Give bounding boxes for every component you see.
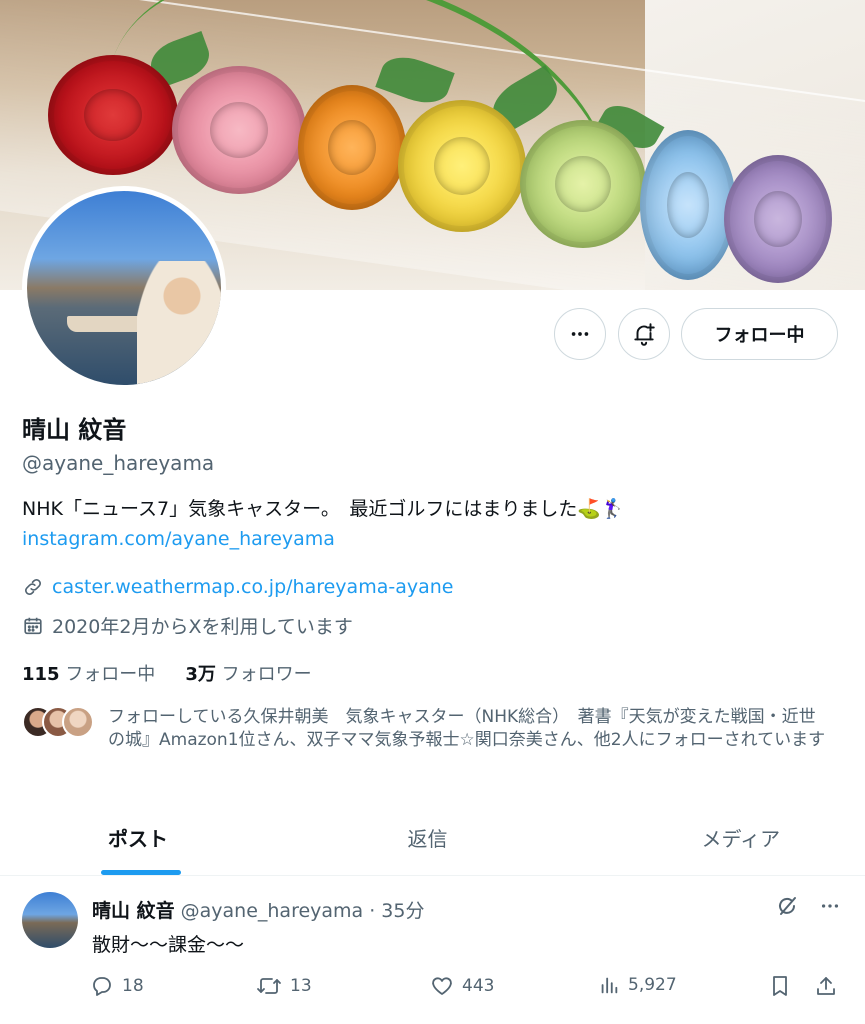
bell-plus-icon	[634, 323, 655, 346]
repost-count: 13	[290, 976, 312, 996]
grok-icon[interactable]	[775, 894, 799, 918]
banner-rose-orange	[298, 85, 406, 210]
link-icon	[25, 579, 41, 595]
followers-you-know[interactable]: フォローしている久保井朝美 気象キャスター（NHK総合） 著書『天気が変えた戦国…	[22, 706, 832, 752]
following-button[interactable]: フォロー中	[681, 308, 838, 360]
banner-rose-yellow	[398, 100, 526, 232]
like-button[interactable]: 443	[430, 974, 494, 998]
reply-icon	[93, 977, 111, 996]
like-count: 443	[462, 976, 495, 996]
tweet-time[interactable]: · 35分	[369, 896, 424, 923]
more-horizontal-icon[interactable]	[819, 895, 841, 917]
following-label: フォロー中	[65, 664, 156, 685]
tab-replies[interactable]: 返信	[288, 800, 576, 875]
followers-count: 3万	[185, 664, 216, 685]
heart-icon	[432, 977, 452, 995]
joined-text: 2020年2月からXを利用しています	[52, 616, 353, 638]
reply-count: 18	[122, 976, 144, 996]
followers-count-link[interactable]: 3万 フォロワー	[185, 660, 311, 686]
more-horizontal-icon	[571, 332, 589, 336]
banner-rose-blue	[640, 130, 736, 280]
tab-replies-label: 返信	[407, 827, 448, 851]
tweet-header: 晴山 紋音 @ayane_hareyama · 35分	[92, 896, 424, 923]
tweet-top-icons	[775, 894, 841, 918]
followers-you-know-text: フォローしている久保井朝美 気象キャスター（NHK総合） 著書『天気が変えた戦国…	[108, 707, 826, 750]
follow-counts: 115 フォロー中 3万 フォロワー	[22, 660, 312, 686]
following-count: 115	[22, 664, 60, 685]
mutual-avatar	[62, 706, 94, 738]
mutual-avatars	[22, 706, 100, 740]
tweet-text: 散財〜〜課金〜〜	[92, 934, 245, 956]
tab-posts[interactable]: ポスト	[0, 800, 288, 875]
share-icon	[817, 977, 835, 995]
more-button[interactable]	[554, 308, 606, 360]
tab-posts-label: ポスト	[108, 827, 168, 851]
profile-joined: 2020年2月からXを利用しています	[22, 612, 353, 639]
profile-display-name: 晴山 紋音	[22, 416, 127, 444]
tweet[interactable]: 晴山 紋音 @ayane_hareyama · 35分 散財〜〜課金〜〜 18 …	[0, 876, 865, 1024]
views-button[interactable]: 5,927	[598, 974, 677, 996]
avatar-person	[137, 261, 221, 385]
profile-avatar[interactable]	[22, 186, 226, 390]
tab-media[interactable]: メディア	[577, 800, 865, 875]
views-chart-icon	[601, 977, 618, 994]
bookmark-icon	[773, 976, 787, 996]
tweet-author-handle[interactable]: @ayane_hareyama	[181, 900, 364, 922]
tweet-avatar[interactable]	[22, 892, 78, 948]
tweet-author-name[interactable]: 晴山 紋音	[92, 896, 175, 923]
followers-label: フォロワー	[221, 664, 312, 685]
banner-rose-green	[520, 120, 646, 248]
tweet-actions: 18 13 443 5,927	[90, 974, 850, 1004]
views-count: 5,927	[628, 975, 677, 995]
calendar-icon	[24, 617, 42, 634]
share-button[interactable]	[814, 974, 838, 998]
banner-rose-red	[48, 55, 178, 175]
notifications-button[interactable]	[618, 308, 670, 360]
banner-rose-purple	[724, 155, 832, 283]
repost-button[interactable]: 13	[256, 974, 312, 998]
profile-website[interactable]: caster.weathermap.co.jp/hareyama-ayane	[22, 576, 453, 598]
bookmark-button[interactable]	[769, 974, 791, 998]
profile-bio: NHK「ニュース7」気象キャスター。 最近ゴルフにはまりました⛳️🏌️‍♀️	[22, 498, 625, 520]
profile-tabs: ポスト 返信 メディア	[0, 800, 865, 876]
active-tab-indicator	[101, 870, 181, 875]
website-text[interactable]: caster.weathermap.co.jp/hareyama-ayane	[52, 576, 453, 598]
reply-button[interactable]: 18	[90, 974, 144, 998]
tab-media-label: メディア	[701, 827, 781, 851]
following-count-link[interactable]: 115 フォロー中	[22, 660, 155, 686]
bio-instagram-link[interactable]: instagram.com/ayane_hareyama	[22, 528, 335, 550]
avatar-boat	[67, 316, 147, 332]
profile-handle: @ayane_hareyama	[22, 451, 215, 475]
banner-rose-pink	[172, 66, 306, 194]
repost-icon	[257, 978, 281, 994]
